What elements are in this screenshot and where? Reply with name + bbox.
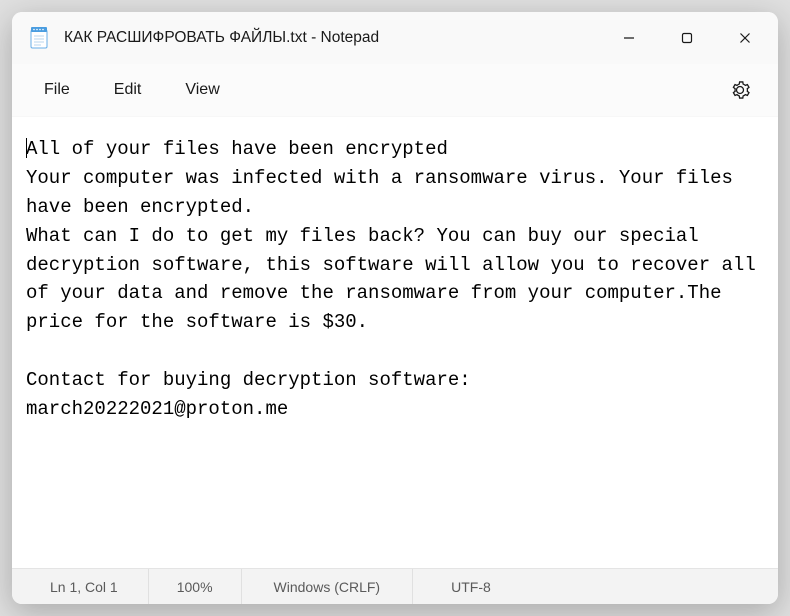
close-button[interactable] [716, 12, 774, 64]
status-encoding: UTF-8 [412, 569, 778, 604]
settings-button[interactable] [720, 70, 760, 110]
menu-view[interactable]: View [163, 73, 241, 107]
notepad-window: pcrisk.com КАК РАСШИФРОВАТЬ ФАЙЛЫ.txt - … [12, 12, 778, 604]
status-cursor-position: Ln 1, Col 1 [12, 569, 148, 604]
status-zoom[interactable]: 100% [148, 569, 241, 604]
menu-file[interactable]: File [22, 73, 92, 107]
status-line-ending: Windows (CRLF) [241, 569, 413, 604]
maximize-button[interactable] [658, 12, 716, 64]
statusbar: Ln 1, Col 1 100% Windows (CRLF) UTF-8 [12, 568, 778, 604]
window-controls [600, 12, 774, 64]
text-editor-content[interactable]: All of your files have been encrypted Yo… [12, 116, 778, 568]
minimize-button[interactable] [600, 12, 658, 64]
notepad-app-icon [30, 27, 48, 49]
window-title: КАК РАСШИФРОВАТЬ ФАЙЛЫ.txt - Notepad [64, 29, 600, 47]
menu-edit[interactable]: Edit [92, 73, 164, 107]
menubar: File Edit View [12, 64, 778, 116]
gear-icon [730, 80, 750, 100]
titlebar: КАК РАСШИФРОВАТЬ ФАЙЛЫ.txt - Notepad [12, 12, 778, 64]
